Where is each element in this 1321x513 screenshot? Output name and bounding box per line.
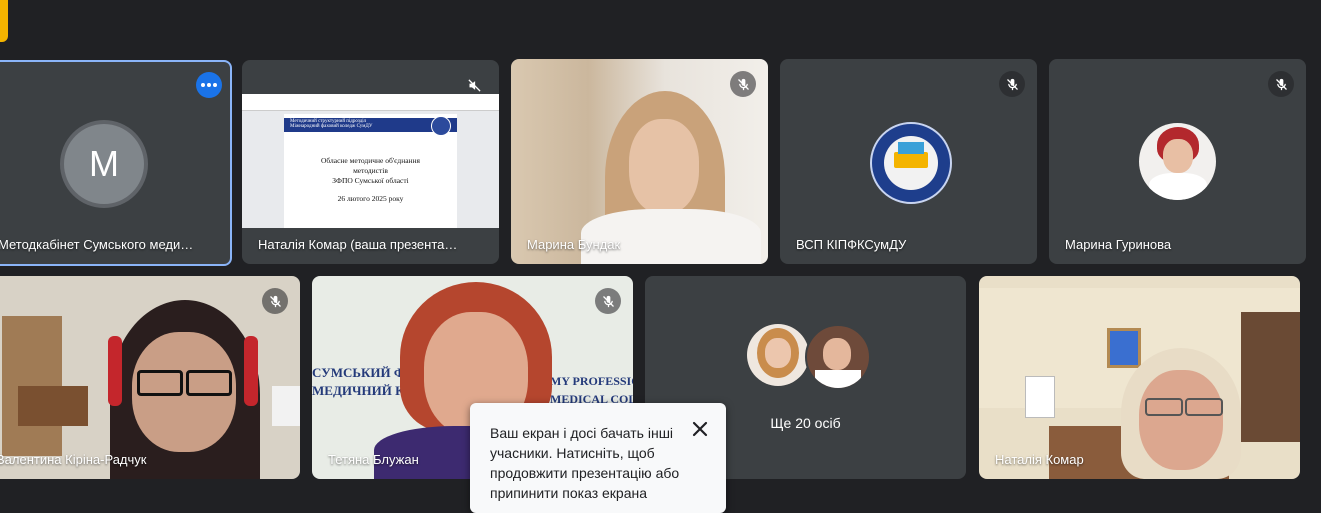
presentation-preview: Методичний структурний підрозділ Міжнаро… [242,94,499,228]
participant-tile-valentina[interactable]: Валентина Кіріна-Радчук [0,276,300,479]
avatar [747,324,809,386]
participant-tile-marina-gurinova[interactable]: Марина Гуринова [1049,59,1306,264]
participant-tile-natalia-komar[interactable]: Наталія Комар [979,276,1300,479]
avatar [1139,123,1216,200]
participant-name: Методкабінет Сумського меди… [0,237,194,252]
slide-logo [431,116,451,136]
mic-off-icon [1006,78,1018,90]
toast-message: Ваш екран і досі бачать інші учасники. Н… [490,425,680,501]
participant-name: Тетяна Блужан [328,452,419,467]
participant-video [979,276,1300,479]
mic-off-button[interactable] [730,71,756,97]
mic-off-button[interactable] [461,72,487,98]
mic-off-button[interactable] [999,71,1025,97]
participant-video [0,276,300,479]
more-options-button[interactable] [196,72,222,98]
mic-off-icon [737,78,749,90]
participant-tile-metodkabinet[interactable]: M Методкабінет Сумського меди… [0,60,232,266]
participant-name: ВСП КІПФКСумДУ [796,237,907,252]
mic-off-icon [602,295,614,307]
participant-name: Наталія Комар [995,452,1084,467]
mic-off-icon [269,295,281,307]
yellow-indicator [0,0,8,42]
avatar [870,122,952,204]
mic-off-button[interactable] [1268,71,1294,97]
mic-off-icon [467,78,481,92]
avatar [805,324,871,390]
slide-page: Методичний структурний підрозділ Міжнаро… [284,114,457,228]
more-horizontal-icon [201,83,217,87]
participant-tile-vsp[interactable]: ВСП КІПФКСумДУ [780,59,1037,264]
avatar: M [60,120,148,208]
participant-name: Марина Бундак [527,237,621,252]
participant-name: Наталія Комар (ваша презента… [258,237,458,252]
participant-tile-marina-bundak[interactable]: Марина Бундак [511,59,768,264]
close-icon[interactable] [690,419,710,439]
screen-share-toast[interactable]: Ваш екран і досі бачать інші учасники. Н… [470,403,726,513]
mic-off-icon [1275,78,1287,90]
participant-video [511,59,768,264]
participant-name: Марина Гуринова [1065,237,1172,252]
mic-off-button[interactable] [262,288,288,314]
participant-tile-presentation[interactable]: Методичний структурний підрозділ Міжнаро… [242,60,499,264]
participant-name: Валентина Кіріна-Радчук [0,452,147,467]
mic-off-button[interactable] [595,288,621,314]
